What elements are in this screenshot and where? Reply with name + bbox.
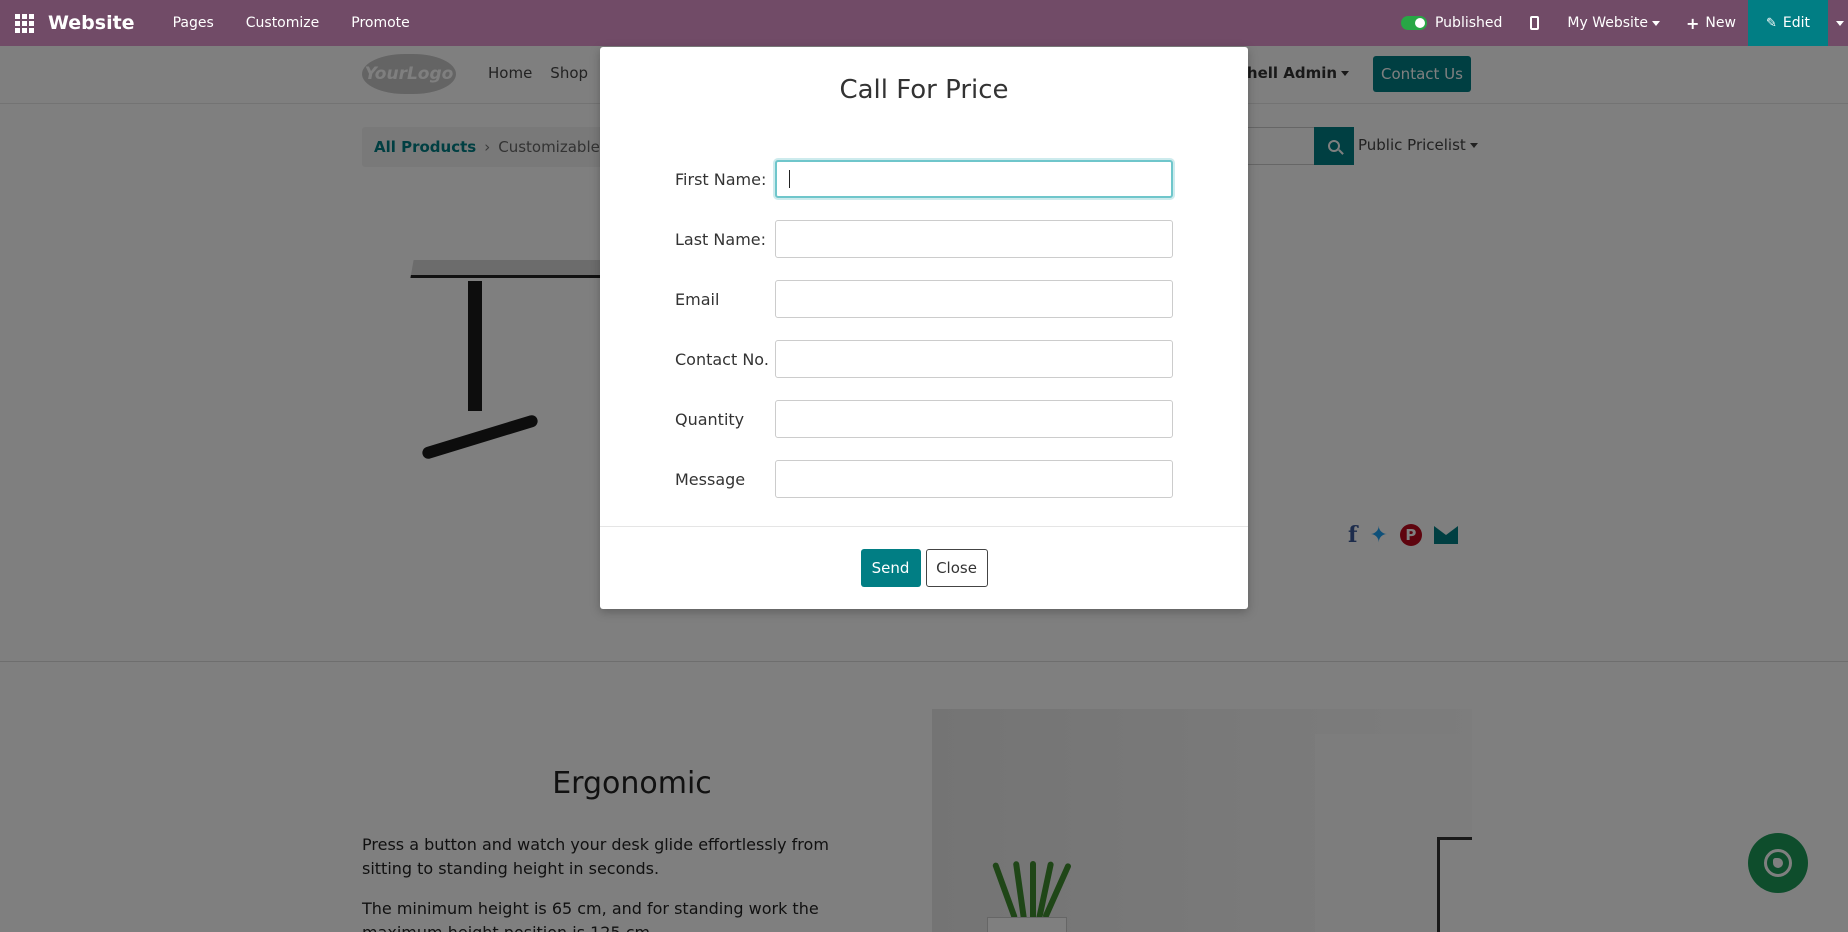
apps-menu-icon[interactable] xyxy=(0,0,48,46)
call-for-price-dialog: Call For Price First Name: Last Name: Em… xyxy=(600,47,1248,609)
nav-promote[interactable]: Promote xyxy=(335,0,426,46)
website-selector[interactable]: My Website xyxy=(1553,15,1674,31)
first-name-input[interactable] xyxy=(775,160,1173,198)
admin-actions: Published My Website + New ✎ Edit xyxy=(1400,0,1848,46)
app-brand[interactable]: Website xyxy=(48,12,135,34)
dialog-footer: Send Close xyxy=(600,526,1248,609)
message-row: Message xyxy=(675,459,1173,499)
email-input[interactable] xyxy=(775,280,1173,318)
quantity-row: Quantity xyxy=(675,399,1173,439)
message-input[interactable] xyxy=(775,460,1173,498)
edit-label: Edit xyxy=(1782,15,1810,31)
first-name-label: First Name: xyxy=(675,169,767,189)
toggle-switch-icon[interactable] xyxy=(1400,16,1427,30)
message-label: Message xyxy=(675,469,746,489)
send-button[interactable]: Send xyxy=(860,549,921,587)
last-name-label: Last Name: xyxy=(675,229,767,249)
admin-topbar: Website Pages Customize Promote Publishe… xyxy=(0,0,1848,46)
plus-icon: + xyxy=(1686,13,1700,33)
contact-no-input[interactable] xyxy=(775,340,1173,378)
last-name-row: Last Name: xyxy=(675,219,1173,259)
edit-button[interactable]: ✎ Edit xyxy=(1747,0,1828,46)
dialog-title: Call For Price xyxy=(839,75,1009,105)
mobile-preview-icon[interactable] xyxy=(1530,16,1540,30)
published-toggle[interactable]: Published xyxy=(1400,15,1516,31)
new-label: New xyxy=(1705,15,1736,31)
contact-no-label: Contact No. xyxy=(675,349,769,369)
quantity-label: Quantity xyxy=(675,409,745,429)
last-name-input[interactable] xyxy=(775,220,1173,258)
contact-no-row: Contact No. xyxy=(675,339,1173,379)
chevron-down-icon xyxy=(1652,20,1661,26)
published-label: Published xyxy=(1434,15,1503,31)
close-button[interactable]: Close xyxy=(925,549,988,587)
text-cursor xyxy=(789,170,790,188)
pencil-icon: ✎ xyxy=(1765,15,1777,31)
new-button[interactable]: + New xyxy=(1674,14,1748,33)
edit-dropdown-toggle[interactable] xyxy=(1828,0,1848,46)
website-selector-label: My Website xyxy=(1567,15,1649,31)
admin-nav: Pages Customize Promote xyxy=(157,0,426,46)
first-name-row: First Name: xyxy=(675,159,1173,199)
chevron-down-icon xyxy=(1836,20,1844,26)
nav-customize[interactable]: Customize xyxy=(230,0,336,46)
nav-pages[interactable]: Pages xyxy=(157,0,230,46)
email-label: Email xyxy=(675,289,720,309)
quantity-input[interactable] xyxy=(775,400,1173,438)
email-row: Email xyxy=(675,279,1173,319)
